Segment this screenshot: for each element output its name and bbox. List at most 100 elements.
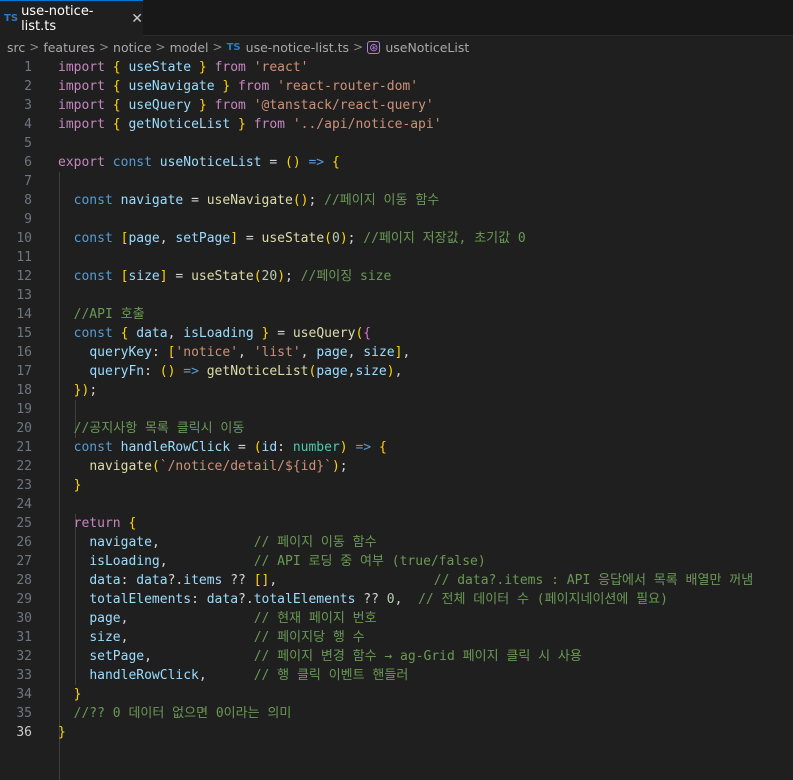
code-line[interactable]: 4 import { getNoticeList } from '../api/n… [0, 115, 441, 134]
chevron-right-icon: > [353, 40, 364, 54]
line-code: isLoading, // API 로딩 중 여부 (true/false) [58, 552, 485, 571]
code-line[interactable]: 16 queryKey: ['notice', 'list', page, si… [0, 343, 410, 362]
code-line[interactable]: 20 //공지사항 목록 클릭시 이동 [0, 419, 244, 438]
code-editor[interactable]: 1 import { useState } from 'react' 2 import… [0, 58, 793, 780]
breadcrumb-item-file[interactable]: use-notice-list.ts [246, 40, 349, 55]
code-line[interactable]: 32 setPage, // 페이지 변경 함수 → ag-Grid 페이지 클… [0, 647, 581, 666]
code-line[interactable]: 29 totalElements: data?.totalElements ??… [0, 590, 668, 609]
code-line[interactable]: 35 //?? 0 데이터 없으면 0이라는 의미 [0, 704, 291, 723]
line-number: 24 [16, 497, 32, 512]
code-line[interactable]: 7 [0, 172, 32, 191]
line-number: 14 [16, 307, 32, 322]
code-token: page [316, 345, 348, 360]
code-line[interactable]: 26 navigate, // 페이지 이동 함수 [0, 533, 376, 552]
code-line[interactable]: 25 return { [0, 514, 136, 533]
code-line[interactable]: 28 data: data?.items ?? [], // data?.ite… [0, 571, 753, 590]
code-token: } [198, 60, 207, 75]
code-token: , [198, 668, 207, 683]
code-line[interactable]: 30 page, // 현재 페이지 번호 [0, 609, 376, 628]
line-number: 7 [24, 174, 32, 189]
line-number: 10 [16, 231, 32, 246]
code-line[interactable]: 6 export const useNoticeList = () => { [0, 153, 340, 172]
tab-bar: TS use-notice-list.ts ✕ [0, 0, 793, 36]
code-token: import [58, 79, 105, 94]
code-line[interactable]: 17 queryFn: () => getNoticeList(page,siz… [0, 362, 402, 381]
code-line[interactable]: 12 const [size] = useState(20); //페이징 si… [0, 267, 391, 286]
code-token: useState [191, 269, 254, 284]
breadcrumb-item-symbol[interactable]: useNoticeList [385, 40, 469, 55]
code-line[interactable]: 33 handleRowClick, // 행 클릭 이벤트 핸들러 [0, 666, 408, 685]
code-line[interactable]: 27 isLoading, // API 로딩 중 여부 (true/false… [0, 552, 485, 571]
code-token: : [191, 592, 199, 607]
code-line[interactable]: 18 }); [0, 381, 97, 400]
code-line[interactable]: 21 const handleRowClick = (id: number) =… [0, 438, 386, 457]
code-line[interactable]: 15 const { data, isLoading } = useQuery(… [0, 324, 371, 343]
code-line[interactable]: 19 [0, 400, 32, 419]
code-line[interactable]: 36} [0, 723, 65, 742]
code-token: { [363, 326, 372, 341]
breadcrumb-item-notice[interactable]: notice [113, 40, 152, 55]
code-line[interactable]: 22 navigate(`/notice/detail/${id}`); [0, 457, 347, 476]
code-token: // 전체 데이터 수 (페이지네이션에 필요) [418, 592, 668, 607]
breadcrumb-item-src[interactable]: src [7, 40, 25, 55]
code-token: => [355, 440, 372, 455]
chevron-right-icon: > [98, 40, 110, 54]
code-token: ? [238, 592, 246, 607]
code-line[interactable]: 10 const [page, setPage] = useState(0); … [0, 229, 525, 248]
close-icon[interactable]: ✕ [131, 11, 143, 27]
code-line[interactable]: 24 [0, 495, 32, 514]
code-line[interactable]: 1 import { useState } from 'react' [0, 58, 308, 77]
breadcrumb-item-features[interactable]: features [43, 40, 95, 55]
code-line[interactable]: 31 size, // 페이지당 행 수 [0, 628, 364, 647]
code-token: items [183, 573, 223, 588]
code-token: // 행 클릭 이벤트 핸들러 [253, 668, 409, 683]
code-line[interactable]: 34 } [0, 685, 81, 704]
code-line[interactable]: 3 import { useQuery } from '@tanstack/rea… [0, 96, 434, 115]
code-line[interactable]: 11 [0, 248, 32, 267]
code-line[interactable]: 9 [0, 210, 32, 229]
breadcrumb-item-model[interactable]: model [170, 40, 209, 55]
tab-use-notice-list[interactable]: TS use-notice-list.ts ✕ [0, 0, 143, 36]
code-token: ; [339, 459, 348, 474]
line-number: 1 [24, 60, 32, 75]
code-token: // 페이지 변경 함수 → ag-Grid 페이지 클릭 시 사용 [253, 649, 582, 664]
code-line[interactable]: 14 //API 호출 [0, 305, 144, 324]
code-line[interactable]: 13 [0, 286, 32, 305]
code-token: ( [324, 231, 332, 246]
code-line[interactable]: 23 } [0, 476, 81, 495]
code-token: , [151, 535, 160, 550]
code-line[interactable]: 8 const navigate = useNavigate(); //페이지 … [0, 191, 439, 210]
code-token: => [308, 155, 325, 170]
code-line[interactable]: 2 import { useNavigate } from 'react-rout… [0, 77, 418, 96]
line-code: navigate(`/notice/detail/${id}`); [58, 457, 348, 476]
code-line[interactable]: 5 [0, 134, 32, 153]
line-number: 28 [16, 573, 32, 588]
